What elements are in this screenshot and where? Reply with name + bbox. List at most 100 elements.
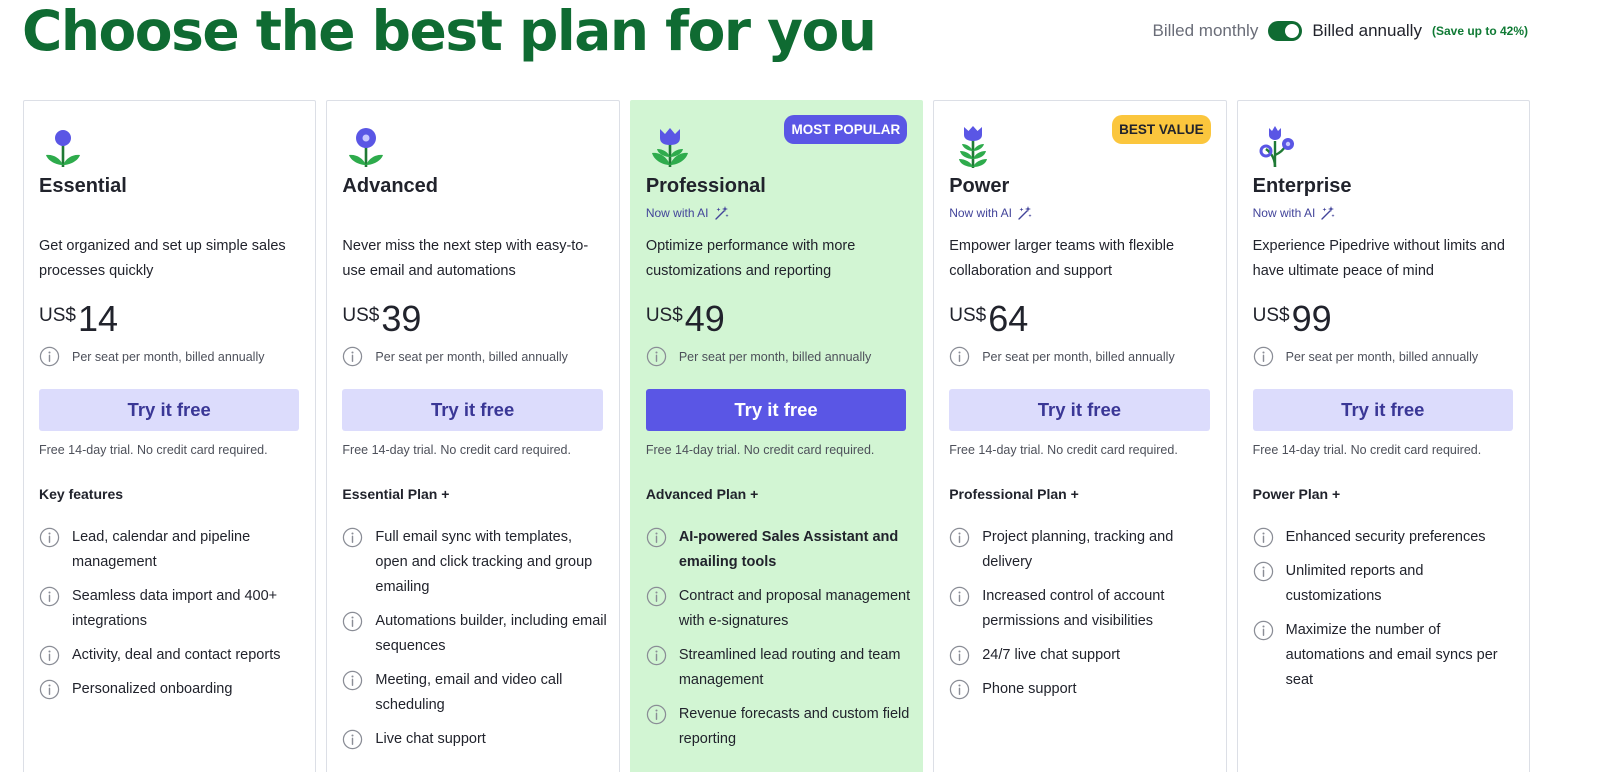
save-note: (Save up to 42%) bbox=[1431, 24, 1528, 38]
feature-list: AI-powered Sales Assistant and emailing … bbox=[646, 525, 910, 761]
features-heading: Professional Plan + bbox=[949, 486, 1079, 502]
magic-wand-icon bbox=[1320, 205, 1336, 221]
flower-two-icon bbox=[349, 128, 384, 167]
price-amount: 64 bbox=[988, 298, 1029, 339]
trial-note: Free 14-day trial. No credit card requir… bbox=[949, 443, 1178, 457]
trial-note: Free 14-day trial. No credit card requir… bbox=[645, 443, 875, 457]
per-seat-text: Per seat per month, billed annually bbox=[72, 349, 265, 364]
billed-annually-label[interactable]: Billed annually bbox=[1312, 21, 1422, 41]
billing-switcher: Billed monthly Billed annually (Save up … bbox=[1153, 18, 1528, 44]
price-currency: US$ bbox=[39, 305, 76, 326]
plan-name: Power bbox=[949, 175, 1010, 197]
feature-item: Maximize the number of automations and e… bbox=[1253, 618, 1517, 693]
plan-card-enterprise: Enterprise Now with AI Experience Pipedr… bbox=[1236, 100, 1531, 772]
price-amount: 99 bbox=[1291, 298, 1332, 339]
info-icon[interactable] bbox=[342, 729, 363, 750]
feature-item: Automations builder, including email seq… bbox=[342, 609, 607, 659]
plan-card-professional: MOST POPULAR Professional Now with AI Op… bbox=[629, 100, 924, 772]
info-icon[interactable] bbox=[949, 346, 970, 367]
feature-item: Unlimited reports and customizations bbox=[1253, 559, 1517, 609]
per-seat-text: Per seat per month, billed annually bbox=[678, 349, 872, 364]
feature-list: Project planning, tracking and delivery … bbox=[949, 525, 1213, 711]
price-currency: US$ bbox=[342, 305, 380, 326]
plan-description: Get organized and set up simple sales pr… bbox=[39, 238, 286, 279]
feature-item: Enhanced security preferences bbox=[1253, 525, 1517, 550]
flower-one-icon bbox=[46, 130, 80, 167]
plan-description: Empower larger teams with flexible colla… bbox=[949, 238, 1175, 279]
feature-item: Lead, calendar and pipeline management bbox=[39, 525, 303, 575]
tulip-icon bbox=[651, 128, 688, 167]
magic-wand-icon bbox=[714, 205, 730, 221]
try-it-free-button[interactable]: Try it free bbox=[342, 389, 603, 431]
ai-label: Now with AI bbox=[646, 205, 730, 221]
info-icon[interactable] bbox=[949, 645, 970, 666]
plan-name: Professional bbox=[645, 175, 766, 197]
feature-item: Contract and proposal management with e-… bbox=[646, 584, 910, 634]
info-icon[interactable] bbox=[39, 586, 60, 607]
ai-label-text: Now with AI bbox=[949, 206, 1012, 220]
features-heading: Power Plan + bbox=[1252, 486, 1341, 502]
feature-item: Phone support bbox=[949, 677, 1213, 702]
info-icon[interactable] bbox=[342, 611, 363, 632]
try-it-free-button[interactable]: Try it free bbox=[1252, 389, 1514, 431]
info-icon[interactable] bbox=[646, 527, 667, 548]
plan-name: Enterprise bbox=[1252, 175, 1352, 197]
ai-label-text: Now with AI bbox=[645, 206, 709, 220]
plan-description: Experience Pipedrive without limits and … bbox=[1252, 238, 1505, 279]
feature-list: Enhanced security preferences Unlimited … bbox=[1253, 525, 1517, 702]
per-seat-note: Per seat per month, billed annually bbox=[1253, 346, 1478, 367]
billing-toggle[interactable] bbox=[1268, 21, 1303, 41]
info-icon[interactable] bbox=[949, 586, 970, 607]
try-it-free-button[interactable]: Try it free bbox=[645, 389, 907, 431]
try-it-free-button[interactable]: Try it free bbox=[949, 389, 1210, 431]
price-amount: 14 bbox=[77, 298, 119, 339]
info-icon[interactable] bbox=[949, 527, 970, 548]
per-seat-note: Per seat per month, billed annually bbox=[949, 346, 1175, 367]
plan-price: US$ 39 bbox=[342, 297, 421, 341]
plan-price: US$ 99 bbox=[1253, 297, 1332, 341]
per-seat-note: Per seat per month, billed annually bbox=[39, 346, 264, 367]
info-icon[interactable] bbox=[1253, 346, 1274, 367]
info-icon[interactable] bbox=[646, 645, 667, 666]
info-icon[interactable] bbox=[1253, 527, 1274, 548]
trial-note: Free 14-day trial. No credit card requir… bbox=[342, 443, 571, 457]
trial-note: Free 14-day trial. No credit card requir… bbox=[1252, 443, 1482, 457]
plan-card-essential: Essential Get organized and set up simpl… bbox=[23, 100, 317, 772]
most-popular-badge: MOST POPULAR bbox=[784, 115, 908, 144]
info-icon[interactable] bbox=[39, 679, 60, 700]
feature-item: Live chat support bbox=[342, 727, 606, 752]
info-icon[interactable] bbox=[342, 346, 363, 367]
billed-monthly-label[interactable]: Billed monthly bbox=[1153, 21, 1259, 41]
plan-cards: Essential Get organized and set up simpl… bbox=[23, 100, 1531, 772]
info-icon[interactable] bbox=[646, 704, 667, 725]
ai-label-text: Now with AI bbox=[1252, 206, 1316, 220]
ai-label: Now with AI bbox=[949, 205, 1033, 221]
plan-description: Optimize performance with more customiza… bbox=[645, 238, 856, 279]
per-seat-note: Per seat per month, billed annually bbox=[646, 346, 871, 367]
info-icon[interactable] bbox=[39, 645, 60, 666]
feature-item: Project planning, tracking and delivery bbox=[949, 525, 1213, 575]
info-icon[interactable] bbox=[646, 586, 667, 607]
price-currency: US$ bbox=[949, 305, 987, 326]
feature-item: Meeting, email and video call scheduling bbox=[342, 668, 606, 718]
try-it-free-button[interactable]: Try it free bbox=[39, 389, 300, 431]
plan-price: US$ 14 bbox=[39, 297, 118, 341]
info-icon[interactable] bbox=[39, 527, 60, 548]
plan-name: Essential bbox=[39, 175, 127, 197]
info-icon[interactable] bbox=[342, 527, 363, 548]
feature-item: Activity, deal and contact reports bbox=[39, 643, 303, 668]
multi-flower-icon bbox=[1259, 126, 1294, 168]
info-icon[interactable] bbox=[646, 346, 667, 367]
info-icon[interactable] bbox=[39, 346, 60, 367]
plan-price: US$ 49 bbox=[646, 297, 725, 341]
info-icon[interactable] bbox=[1253, 620, 1274, 641]
feature-item: 24/7 live chat support bbox=[949, 643, 1213, 668]
info-icon[interactable] bbox=[1253, 561, 1274, 582]
info-icon[interactable] bbox=[342, 670, 363, 691]
info-icon[interactable] bbox=[949, 679, 970, 700]
toggle-knob bbox=[1285, 24, 1300, 38]
feature-list: Full email sync with templates, open and… bbox=[342, 525, 607, 761]
feature-item: AI-powered Sales Assistant and emailing … bbox=[646, 525, 910, 575]
feature-item: Increased control of account permissions… bbox=[949, 584, 1213, 634]
price-currency: US$ bbox=[1252, 305, 1290, 326]
